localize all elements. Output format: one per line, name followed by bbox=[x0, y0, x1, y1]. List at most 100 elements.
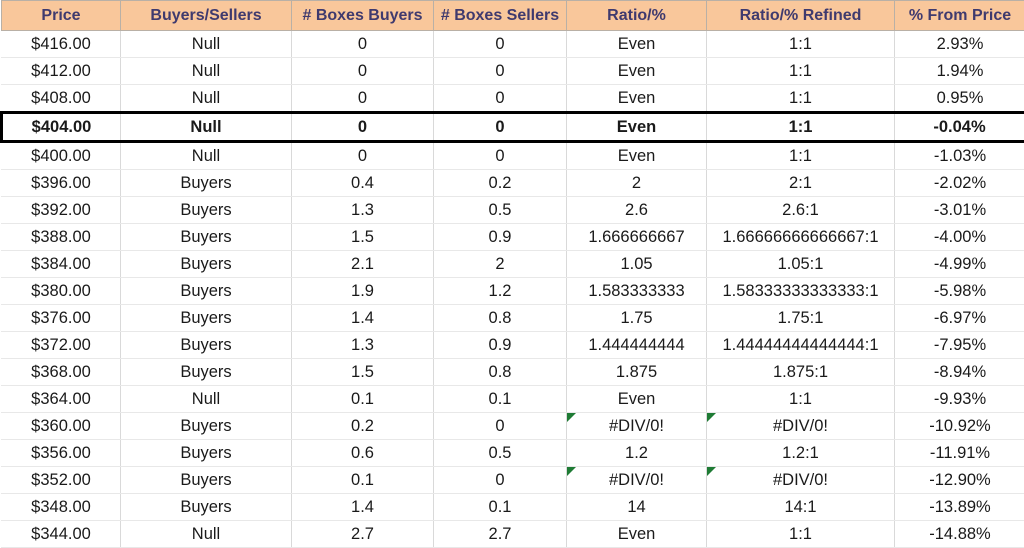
cell-side[interactable]: Buyers bbox=[121, 278, 292, 305]
cell-price[interactable]: $380.00 bbox=[2, 278, 121, 305]
cell-price[interactable]: $364.00 bbox=[2, 386, 121, 413]
cell-sbox[interactable]: 0 bbox=[434, 142, 567, 170]
cell-bbox[interactable]: 0.6 bbox=[292, 440, 434, 467]
cell-price[interactable]: $396.00 bbox=[2, 170, 121, 197]
table-row[interactable]: $388.00Buyers1.50.91.6666666671.66666666… bbox=[2, 224, 1024, 251]
cell-sbox[interactable]: 0 bbox=[434, 413, 567, 440]
cell-bbox[interactable]: 1.4 bbox=[292, 305, 434, 332]
cell-ratio[interactable]: 1.444444444 bbox=[567, 332, 707, 359]
cell-bbox[interactable]: 0 bbox=[292, 31, 434, 58]
cell-sbox[interactable]: 0.1 bbox=[434, 494, 567, 521]
cell-ratio[interactable]: Even bbox=[567, 58, 707, 85]
cell-ratio[interactable]: #DIV/0! bbox=[567, 413, 707, 440]
cell-sbox[interactable]: 1.2 bbox=[434, 278, 567, 305]
cell-side[interactable]: Buyers bbox=[121, 224, 292, 251]
cell-pct[interactable]: 0.95% bbox=[895, 85, 1024, 113]
cell-ratio[interactable]: 2 bbox=[567, 170, 707, 197]
cell-refined[interactable]: 1:1 bbox=[707, 58, 895, 85]
cell-ratio[interactable]: 1.05 bbox=[567, 251, 707, 278]
cell-ratio[interactable]: 1.666666667 bbox=[567, 224, 707, 251]
table-row[interactable]: $384.00Buyers2.121.051.05:1-4.99% bbox=[2, 251, 1024, 278]
column-header-side[interactable]: Buyers/Sellers bbox=[121, 1, 292, 31]
cell-side[interactable]: Null bbox=[121, 58, 292, 85]
cell-side[interactable]: Null bbox=[121, 386, 292, 413]
column-header-ratio[interactable]: Ratio/% bbox=[567, 1, 707, 31]
table-row[interactable]: $392.00Buyers1.30.52.62.6:1-3.01% bbox=[2, 197, 1024, 224]
cell-refined[interactable]: 2.6:1 bbox=[707, 197, 895, 224]
cell-price[interactable]: $404.00 bbox=[2, 113, 121, 142]
cell-refined[interactable]: 1:1 bbox=[707, 386, 895, 413]
cell-bbox[interactable]: 2.1 bbox=[292, 251, 434, 278]
cell-ratio[interactable]: 1.583333333 bbox=[567, 278, 707, 305]
cell-refined[interactable]: 1.66666666666667:1 bbox=[707, 224, 895, 251]
cell-sbox[interactable]: 0 bbox=[434, 58, 567, 85]
cell-bbox[interactable]: 0 bbox=[292, 142, 434, 170]
cell-sbox[interactable]: 0 bbox=[434, 85, 567, 113]
cell-ratio[interactable]: 1.2 bbox=[567, 440, 707, 467]
cell-pct[interactable]: -7.95% bbox=[895, 332, 1024, 359]
cell-bbox[interactable]: 1.3 bbox=[292, 197, 434, 224]
cell-bbox[interactable]: 0.2 bbox=[292, 413, 434, 440]
cell-sbox[interactable]: 0.8 bbox=[434, 359, 567, 386]
cell-price[interactable]: $356.00 bbox=[2, 440, 121, 467]
cell-sbox[interactable]: 0.9 bbox=[434, 332, 567, 359]
cell-ratio[interactable]: Even bbox=[567, 386, 707, 413]
cell-refined[interactable]: 1.75:1 bbox=[707, 305, 895, 332]
cell-ratio[interactable]: Even bbox=[567, 142, 707, 170]
cell-side[interactable]: Null bbox=[121, 85, 292, 113]
cell-pct[interactable]: -8.94% bbox=[895, 359, 1024, 386]
cell-side[interactable]: Buyers bbox=[121, 251, 292, 278]
cell-sbox[interactable]: 0 bbox=[434, 467, 567, 494]
table-row[interactable]: $396.00Buyers0.40.222:1-2.02% bbox=[2, 170, 1024, 197]
cell-price[interactable]: $400.00 bbox=[2, 142, 121, 170]
cell-bbox[interactable]: 1.5 bbox=[292, 359, 434, 386]
column-header-sbox[interactable]: # Boxes Sellers bbox=[434, 1, 567, 31]
cell-refined[interactable]: 2:1 bbox=[707, 170, 895, 197]
cell-ratio[interactable]: #DIV/0! bbox=[567, 467, 707, 494]
cell-refined[interactable]: 1.58333333333333:1 bbox=[707, 278, 895, 305]
cell-side[interactable]: Buyers bbox=[121, 359, 292, 386]
cell-price[interactable]: $368.00 bbox=[2, 359, 121, 386]
cell-pct[interactable]: -13.89% bbox=[895, 494, 1024, 521]
column-header-bbox[interactable]: # Boxes Buyers bbox=[292, 1, 434, 31]
column-header-pct[interactable]: % From Price bbox=[895, 1, 1024, 31]
table-row[interactable]: $400.00Null00Even1:1-1.03% bbox=[2, 142, 1024, 170]
table-row[interactable]: $360.00Buyers0.20#DIV/0!#DIV/0!-10.92% bbox=[2, 413, 1024, 440]
cell-pct[interactable]: -9.93% bbox=[895, 386, 1024, 413]
cell-sbox[interactable]: 0.8 bbox=[434, 305, 567, 332]
cell-bbox[interactable]: 0.4 bbox=[292, 170, 434, 197]
cell-price[interactable]: $388.00 bbox=[2, 224, 121, 251]
cell-sbox[interactable]: 0 bbox=[434, 113, 567, 142]
cell-side[interactable]: Buyers bbox=[121, 332, 292, 359]
cell-sbox[interactable]: 0.5 bbox=[434, 440, 567, 467]
cell-refined[interactable]: 1:1 bbox=[707, 142, 895, 170]
cell-sbox[interactable]: 2 bbox=[434, 251, 567, 278]
cell-price[interactable]: $408.00 bbox=[2, 85, 121, 113]
cell-sbox[interactable]: 0.2 bbox=[434, 170, 567, 197]
cell-ratio[interactable]: 1.875 bbox=[567, 359, 707, 386]
cell-price[interactable]: $376.00 bbox=[2, 305, 121, 332]
cell-pct[interactable]: -12.90% bbox=[895, 467, 1024, 494]
cell-pct[interactable]: -4.99% bbox=[895, 251, 1024, 278]
cell-price[interactable]: $352.00 bbox=[2, 467, 121, 494]
cell-ratio[interactable]: Even bbox=[567, 85, 707, 113]
cell-side[interactable]: Buyers bbox=[121, 197, 292, 224]
cell-sbox[interactable]: 0.9 bbox=[434, 224, 567, 251]
cell-bbox[interactable]: 1.5 bbox=[292, 224, 434, 251]
cell-bbox[interactable]: 0 bbox=[292, 58, 434, 85]
cell-pct[interactable]: 1.94% bbox=[895, 58, 1024, 85]
table-row[interactable]: $380.00Buyers1.91.21.5833333331.58333333… bbox=[2, 278, 1024, 305]
cell-price[interactable]: $392.00 bbox=[2, 197, 121, 224]
table-row[interactable]: $416.00Null00Even1:12.93% bbox=[2, 31, 1024, 58]
table-row[interactable]: $352.00Buyers0.10#DIV/0!#DIV/0!-12.90% bbox=[2, 467, 1024, 494]
cell-bbox[interactable]: 1.4 bbox=[292, 494, 434, 521]
cell-side[interactable]: Buyers bbox=[121, 413, 292, 440]
cell-bbox[interactable]: 1.9 bbox=[292, 278, 434, 305]
cell-pct[interactable]: -4.00% bbox=[895, 224, 1024, 251]
cell-ratio[interactable]: Even bbox=[567, 113, 707, 142]
cell-bbox[interactable]: 0 bbox=[292, 113, 434, 142]
cell-refined[interactable]: 1:1 bbox=[707, 31, 895, 58]
table-row[interactable]: $404.00Null00Even1:1-0.04% bbox=[2, 113, 1024, 142]
cell-side[interactable]: Null bbox=[121, 113, 292, 142]
cell-pct[interactable]: -0.04% bbox=[895, 113, 1024, 142]
